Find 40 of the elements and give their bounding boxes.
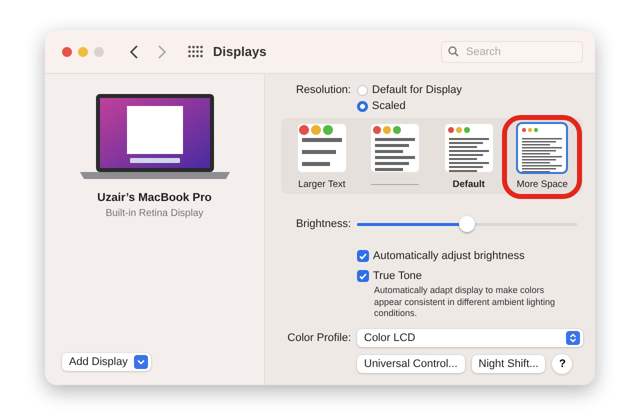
description-text: Automatically adapt display to make colors appear consistent in different ambient lighting conditions. bbox=[374, 285, 556, 320]
blank-label-line bbox=[371, 184, 420, 185]
chevron-down-icon bbox=[134, 355, 148, 369]
resolution-label: Resolution: bbox=[294, 84, 351, 96]
device-subtitle: Built-in Retina Display bbox=[106, 208, 204, 219]
scale-option[interactable]: Default bbox=[438, 124, 500, 190]
thumbnail-preview-drawing[interactable] bbox=[371, 124, 420, 172]
scale-option-label: More Space bbox=[516, 179, 568, 190]
color-profile-label: Color Profile: bbox=[286, 332, 351, 344]
night-shift-button[interactable]: Night Shift... bbox=[472, 355, 546, 374]
radio-button[interactable] bbox=[357, 84, 368, 96]
radio-button[interactable] bbox=[357, 100, 368, 112]
checkbox[interactable] bbox=[357, 270, 369, 282]
scale-option[interactable]: More Space bbox=[511, 124, 574, 190]
scale-option-label: Larger Text bbox=[298, 179, 346, 190]
slider-thumb[interactable] bbox=[459, 216, 475, 232]
radio-label[interactable]: Scaled bbox=[372, 100, 406, 112]
back-icon[interactable] bbox=[130, 44, 138, 58]
search-icon bbox=[448, 46, 459, 57]
window-title: Displays bbox=[213, 44, 266, 59]
device-name: Uzair’s MacBook Pro bbox=[97, 192, 212, 204]
radio-label[interactable]: Default for Display bbox=[372, 84, 462, 96]
checkbox-label[interactable]: True Tone bbox=[373, 270, 422, 282]
scale-option-label: Default bbox=[452, 179, 485, 190]
grid-icon[interactable] bbox=[188, 45, 203, 58]
universal-control-button[interactable]: Universal Control... bbox=[357, 355, 465, 374]
add-display-button[interactable]: Add Display bbox=[62, 353, 151, 371]
color-profile-dropdown[interactable]: Color LCD bbox=[357, 329, 583, 348]
thumbnail-preview-drawing[interactable] bbox=[444, 124, 493, 172]
up-down-chevron-icon bbox=[566, 331, 580, 346]
search-input[interactable]: Search bbox=[464, 44, 568, 58]
thumbnail-preview-drawing[interactable] bbox=[298, 124, 346, 172]
thumbnail-preview-drawing[interactable] bbox=[518, 124, 566, 172]
checkbox-label[interactable]: Automatically adjust brightness bbox=[373, 250, 525, 262]
help-button[interactable]: ? bbox=[552, 354, 572, 374]
brightness-label: Brightness: bbox=[294, 218, 351, 230]
scale-option[interactable]: Larger Text bbox=[290, 124, 353, 190]
checkbox[interactable] bbox=[357, 250, 369, 262]
close-button[interactable] bbox=[62, 46, 72, 56]
search-field[interactable]: Search bbox=[441, 40, 583, 62]
